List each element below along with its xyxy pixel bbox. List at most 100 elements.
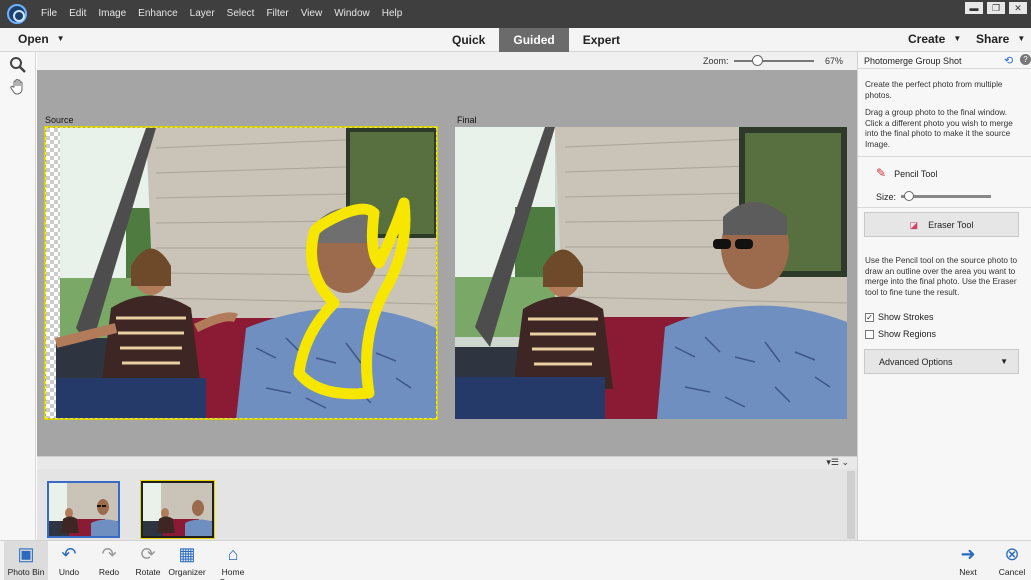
hand-tool-icon[interactable] xyxy=(8,78,28,98)
photo-bin-header: ▾☰ ⌄ xyxy=(37,457,857,469)
undo-label: Undo xyxy=(58,567,80,577)
show-regions-checkbox[interactable]: Show Regions xyxy=(865,329,936,339)
help-icon[interactable]: ? xyxy=(1020,54,1031,65)
next-label: Next xyxy=(959,567,977,577)
cancel-label: Cancel xyxy=(998,567,1026,577)
panel-intro: Create the perfect photo from multiple p… xyxy=(865,80,1003,100)
panel-title: Photomerge Group Shot xyxy=(864,56,962,66)
show-strokes-checkbox[interactable]: ✓ Show Strokes xyxy=(865,312,934,322)
size-slider-track[interactable] xyxy=(901,195,991,198)
menu-enhance[interactable]: Enhance xyxy=(132,0,183,28)
divider xyxy=(858,156,1031,157)
show-regions-label: Show Regions xyxy=(878,329,937,339)
divider xyxy=(858,207,1031,208)
eraser-icon: ◪ xyxy=(909,220,919,230)
eraser-tool-label: Eraser Tool xyxy=(928,220,974,230)
bottom-bar: ▣ Photo Bin ↶ Undo ↷ Redo ⟳ Rotate ▦ Organize… xyxy=(0,540,1031,580)
zoom-label: Zoom: xyxy=(703,56,729,66)
bin-options-icon[interactable]: ▾☰ ⌄ xyxy=(826,457,849,468)
menu-file[interactable]: File xyxy=(35,0,63,28)
guided-panel: Photomerge Group Shot ⟲ ? Create the per… xyxy=(857,52,1031,540)
size-label: Size: xyxy=(876,192,897,202)
close-icon[interactable]: ✕ xyxy=(1009,2,1027,14)
advanced-options-label: Advanced Options xyxy=(879,357,953,367)
undo-button[interactable]: ↶ Undo xyxy=(52,543,86,577)
app-logo-icon xyxy=(7,4,27,24)
workspace: Zoom: 67% Source Final xyxy=(37,52,857,456)
redo-button[interactable]: ↷ Redo xyxy=(92,543,126,577)
final-photo[interactable] xyxy=(455,127,847,419)
share-label: Share xyxy=(976,32,1010,46)
pencil-tool-label: Pencil Tool xyxy=(894,169,938,179)
photo-bin-icon: ▣ xyxy=(17,544,35,564)
menu-select[interactable]: Select xyxy=(221,0,261,28)
zoom-slider-track[interactable] xyxy=(734,60,814,62)
panel-instructions: Drag a group photo to the final window. … xyxy=(865,108,1013,149)
eraser-tool-button[interactable]: ◪ Eraser Tool xyxy=(864,212,1019,237)
photo-bin-button[interactable]: ▣ Photo Bin xyxy=(6,543,46,577)
cancel-button[interactable]: ⊗ Cancel xyxy=(994,543,1030,577)
open-label: Open xyxy=(18,32,49,46)
rotate-label: Rotate xyxy=(135,567,161,577)
rotate-icon: ⟳ xyxy=(140,544,156,564)
source-photo[interactable] xyxy=(45,127,437,419)
minimize-icon[interactable]: ▬ xyxy=(965,2,983,14)
chevron-down-icon: ▼ xyxy=(1000,357,1008,366)
organizer-icon: ▦ xyxy=(178,544,196,564)
next-arrow-icon: ➜ xyxy=(960,544,976,564)
reset-icon[interactable]: ⟲ xyxy=(1004,54,1013,67)
organizer-button[interactable]: ▦ Organizer xyxy=(168,543,206,577)
photo-thumbnail[interactable] xyxy=(47,481,120,538)
create-label: Create xyxy=(908,32,946,46)
restore-icon[interactable]: ❐ xyxy=(987,2,1005,14)
menu-image[interactable]: Image xyxy=(92,0,132,28)
menu-layer[interactable]: Layer xyxy=(184,0,221,28)
source-label: Source xyxy=(45,115,74,125)
menu-edit[interactable]: Edit xyxy=(63,0,92,28)
tab-guided[interactable]: Guided xyxy=(499,28,569,52)
rotate-button[interactable]: ⟳ Rotate xyxy=(130,543,166,577)
menu-help[interactable]: Help xyxy=(376,0,409,28)
chevron-down-icon: ▼ xyxy=(953,34,962,43)
redo-label: Redo xyxy=(98,567,120,577)
create-button[interactable]: Create ▼ xyxy=(908,32,961,46)
menu-view[interactable]: View xyxy=(295,0,329,28)
redo-icon: ↷ xyxy=(101,544,117,564)
tab-expert[interactable]: Expert xyxy=(569,28,634,52)
pencil-tool-button[interactable]: ✎ Pencil Tool xyxy=(876,166,937,180)
menu-filter[interactable]: Filter xyxy=(260,0,294,28)
toolbox xyxy=(0,52,36,540)
tab-quick[interactable]: Quick xyxy=(438,28,499,52)
zoom-tool-icon[interactable] xyxy=(8,56,28,76)
panel-help-text: Use the Pencil tool on the source photo … xyxy=(865,256,1018,297)
mode-bar: Open ▼ Quick Guided Expert Create ▼ Share ▼ xyxy=(0,28,1031,52)
zoom-bar: Zoom: 67% xyxy=(37,52,857,70)
share-button[interactable]: Share ▼ xyxy=(976,32,1025,46)
checkbox-unchecked-icon xyxy=(865,329,874,339)
photo-bin-scrollbar[interactable] xyxy=(847,471,855,539)
photo-bin: ▾☰ ⌄ xyxy=(37,456,857,540)
home-screen-button[interactable]: ⌂ Home Screen xyxy=(208,543,258,580)
photo-thumbnail[interactable] xyxy=(140,480,215,539)
cancel-icon: ⊗ xyxy=(1004,544,1020,564)
zoom-slider-thumb[interactable] xyxy=(751,55,763,66)
undo-icon: ↶ xyxy=(61,544,77,564)
next-button[interactable]: ➜ Next xyxy=(952,543,984,577)
chevron-down-icon: ▼ xyxy=(56,34,65,43)
chevron-down-icon: ▼ xyxy=(1017,34,1026,43)
home-screen-label: Home Screen xyxy=(220,567,247,580)
menu-bar: File Edit Image Enhance Layer Select Fil… xyxy=(0,0,1031,28)
show-strokes-label: Show Strokes xyxy=(878,312,934,322)
open-button[interactable]: Open ▼ xyxy=(18,32,65,46)
home-icon: ⌂ xyxy=(227,544,239,564)
advanced-options-dropdown[interactable]: Advanced Options ▼ xyxy=(864,349,1019,374)
final-label: Final xyxy=(457,115,477,125)
zoom-value: 67% xyxy=(825,56,844,66)
divider xyxy=(858,68,1031,69)
pencil-icon: ✎ xyxy=(876,166,887,180)
menu-window[interactable]: Window xyxy=(328,0,376,28)
photoshop-elements-window: File Edit Image Enhance Layer Select Fil… xyxy=(0,0,1031,580)
organizer-label: Organizer xyxy=(168,567,206,577)
size-slider-thumb[interactable] xyxy=(904,191,914,201)
mode-tabs: Quick Guided Expert xyxy=(438,28,634,52)
